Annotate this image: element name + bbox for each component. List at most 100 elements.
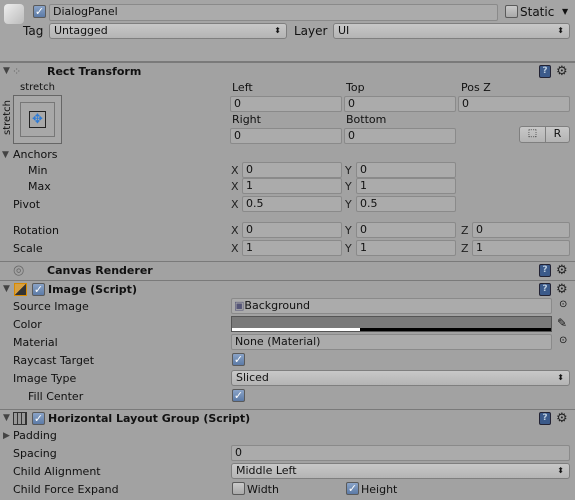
min-y-label: Y	[345, 164, 352, 177]
pivot-y-input[interactable]: 0.5	[356, 196, 456, 212]
material-field[interactable]: None (Material)	[231, 334, 552, 350]
min-x-label: X	[231, 164, 239, 177]
rotation-z-input[interactable]: 0	[472, 222, 570, 238]
image-component-icon	[14, 283, 27, 296]
max-y-input[interactable]: 1	[356, 178, 456, 194]
image-title: Image (Script)	[48, 283, 137, 296]
help-icon[interactable]: ?	[539, 65, 551, 78]
padding-label[interactable]: Padding	[13, 429, 57, 442]
canvas-renderer-title: Canvas Renderer	[47, 264, 153, 277]
updown-icon: ⬍	[557, 26, 564, 35]
min-y-input[interactable]: 0	[356, 162, 456, 178]
max-x-input[interactable]: 1	[242, 178, 342, 194]
tag-dropdown[interactable]: Untagged ⬍	[49, 23, 287, 39]
scale-z-label: Z	[461, 242, 469, 255]
active-checkbox[interactable]: ✓	[33, 5, 46, 18]
right-label: Right	[232, 113, 261, 126]
left-label: Left	[232, 81, 253, 94]
rotation-z-label: Z	[461, 224, 469, 237]
help-icon[interactable]: ?	[539, 264, 551, 277]
padding-foldout-icon[interactable]: ▶	[3, 431, 10, 441]
max-x-label: X	[231, 180, 239, 193]
right-input[interactable]: 0	[230, 128, 342, 144]
source-image-field[interactable]: ▣Background	[231, 298, 552, 314]
hlg-title: Horizontal Layout Group (Script)	[48, 412, 251, 425]
anchor-preset-v-label: stretch	[1, 100, 13, 135]
name-input[interactable]: DialogPanel	[49, 4, 498, 21]
tag-value: Untagged	[54, 24, 108, 37]
object-picker-icon[interactable]: ⊙	[559, 335, 567, 346]
rotation-label: Rotation	[13, 224, 60, 237]
eyedropper-icon[interactable]: ✎	[557, 316, 567, 330]
pivot-y-label: Y	[345, 198, 352, 211]
image-type-dropdown[interactable]: Sliced ⬍	[231, 370, 570, 386]
child-force-expand-label: Child Force Expand	[13, 483, 119, 496]
tag-label: Tag	[23, 24, 44, 38]
gear-icon[interactable]: ⚙	[556, 412, 568, 425]
min-label: Min	[28, 164, 48, 177]
bottom-input[interactable]: 0	[344, 128, 456, 144]
rotation-x-label: X	[231, 224, 239, 237]
alpha-bar-white	[232, 328, 360, 331]
move-arrows-icon: ✥	[29, 111, 46, 128]
min-x-input[interactable]: 0	[242, 162, 342, 178]
foldout-icon[interactable]: ▼	[3, 63, 10, 80]
child-alignment-dropdown[interactable]: Middle Left ⬍	[231, 463, 570, 479]
updown-icon: ⬍	[557, 373, 564, 382]
help-icon[interactable]: ?	[539, 283, 551, 296]
static-checkbox[interactable]	[505, 5, 518, 18]
raw-edit-button[interactable]: R	[545, 126, 570, 143]
rotation-y-label: Y	[345, 224, 352, 237]
rect-transform-title: Rect Transform	[47, 65, 142, 78]
expand-width-label: Width	[247, 483, 279, 496]
max-y-label: Y	[345, 180, 352, 193]
expand-height-label: Height	[361, 483, 398, 496]
layer-dropdown[interactable]: UI ⬍	[333, 23, 570, 39]
gear-icon[interactable]: ⚙	[556, 283, 568, 296]
fill-center-checkbox[interactable]: ✓	[232, 389, 245, 402]
foldout-icon[interactable]: ▼	[3, 410, 10, 427]
spacing-input[interactable]: 0	[231, 445, 570, 461]
anchor-presets-button[interactable]: ✥	[13, 95, 62, 144]
image-type-label: Image Type	[13, 372, 77, 385]
blueprint-mode-button[interactable]: ⬚	[519, 126, 546, 143]
canvas-renderer-header[interactable]: ◎ Canvas Renderer ? ⚙	[0, 261, 575, 279]
gear-icon[interactable]: ⚙	[556, 264, 568, 277]
color-label: Color	[13, 318, 42, 331]
rect-transform-header[interactable]: ▼ ⁘ Rect Transform ? ⚙	[0, 62, 575, 80]
image-header[interactable]: ▼ ✓ Image (Script) ? ⚙	[0, 280, 575, 298]
left-input[interactable]: 0	[230, 96, 342, 112]
scale-label: Scale	[13, 242, 43, 255]
gear-icon[interactable]: ⚙	[556, 65, 568, 78]
static-label: Static	[520, 5, 555, 19]
scale-x-input[interactable]: 1	[242, 240, 342, 256]
anchor-preset-h-label: stretch	[20, 82, 55, 93]
image-enabled-checkbox[interactable]: ✓	[32, 283, 45, 296]
pivot-x-label: X	[231, 198, 239, 211]
scale-x-label: X	[231, 242, 239, 255]
source-image-value: Background	[244, 299, 311, 312]
static-dropdown-icon[interactable]: ▼	[562, 7, 568, 16]
updown-icon: ⬍	[274, 26, 281, 35]
pivot-x-input[interactable]: 0.5	[242, 196, 342, 212]
expand-height-checkbox[interactable]: ✓	[346, 482, 359, 495]
help-icon[interactable]: ?	[539, 412, 551, 425]
rotation-x-input[interactable]: 0	[242, 222, 342, 238]
expand-width-checkbox[interactable]	[232, 482, 245, 495]
rotation-y-input[interactable]: 0	[356, 222, 456, 238]
scale-z-input[interactable]: 1	[472, 240, 570, 256]
anchors-foldout-icon[interactable]: ▼	[2, 150, 9, 160]
color-swatch[interactable]	[231, 316, 552, 332]
object-picker-icon[interactable]: ⊙	[559, 299, 567, 310]
bottom-label: Bottom	[346, 113, 387, 126]
foldout-icon[interactable]: ▼	[3, 281, 10, 298]
hlg-enabled-checkbox[interactable]: ✓	[32, 412, 45, 425]
posz-input[interactable]: 0	[458, 96, 570, 112]
scale-y-input[interactable]: 1	[356, 240, 456, 256]
alpha-bar-black	[359, 328, 551, 331]
top-label: Top	[346, 81, 365, 94]
hlg-header[interactable]: ▼ ✓ Horizontal Layout Group (Script) ? ⚙	[0, 409, 575, 427]
top-input[interactable]: 0	[344, 96, 456, 112]
raycast-target-checkbox[interactable]: ✓	[232, 353, 245, 366]
anchors-label[interactable]: Anchors	[13, 148, 58, 161]
